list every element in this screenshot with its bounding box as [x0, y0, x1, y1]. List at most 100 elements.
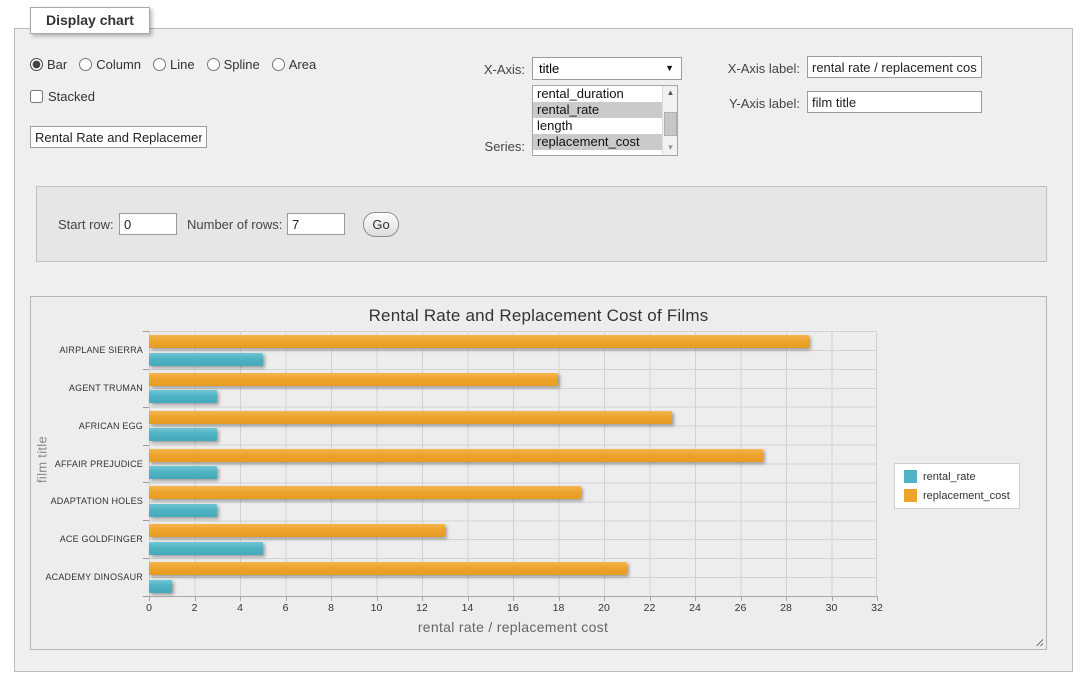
legend-item-rental_rate[interactable]: rental_rate [904, 470, 1010, 483]
chart-title-input[interactable] [30, 126, 207, 148]
stacked-row: Stacked [30, 89, 95, 104]
chart-x-axis-title: rental rate / replacement cost [149, 619, 877, 635]
go-button[interactable]: Go [363, 212, 399, 237]
x-axis-select[interactable]: title ▼ [532, 57, 682, 80]
x-axis-tick-label: 26 [728, 602, 754, 614]
x-axis-tick-label: 30 [819, 602, 845, 614]
category-tick-mark [143, 445, 149, 446]
category-tick-mark [143, 331, 149, 332]
series-option-rental_rate[interactable]: rental_rate [533, 102, 662, 118]
x-axis-tick-label: 2 [182, 602, 208, 614]
bar-rental-rate-6[interactable] [149, 580, 172, 593]
category-label: AGENT TRUMAN [31, 383, 143, 393]
category-label: AIRPLANE SIERRA [31, 345, 143, 355]
number-of-rows-label: Number of rows: [187, 217, 282, 232]
radio-area[interactable] [272, 58, 285, 71]
x-axis-tick-label: 16 [500, 602, 526, 614]
radio-line-label[interactable]: Line [170, 57, 195, 72]
category-tick-mark [143, 482, 149, 483]
bar-replacement-cost-5[interactable] [149, 524, 445, 537]
x-axis-selected-value: title [539, 61, 559, 76]
legend-label: replacement_cost [923, 490, 1010, 502]
x-axis-tick-mark [377, 597, 378, 601]
x-axis-tick-mark [786, 597, 787, 601]
bar-rental-rate-2[interactable] [149, 428, 217, 441]
x-axis-tick-label: 6 [273, 602, 299, 614]
start-row-input[interactable] [119, 213, 177, 235]
bar-replacement-cost-1[interactable] [149, 373, 558, 386]
radio-area-label[interactable]: Area [289, 57, 316, 72]
radio-spline[interactable] [207, 58, 220, 71]
category-label: ACE GOLDFINGER [31, 534, 143, 544]
bar-rental-rate-0[interactable] [149, 353, 263, 366]
x-axis-tick-mark [422, 597, 423, 601]
listbox-scrollbar[interactable]: ▲ ▼ [662, 86, 677, 155]
number-of-rows-input[interactable] [287, 213, 345, 235]
y-axis-label-label: Y-Axis label: [712, 96, 800, 111]
series-options: rental_durationrental_ratelengthreplacem… [533, 86, 677, 150]
x-axis-tick-label: 12 [409, 602, 435, 614]
bar-rental-rate-1[interactable] [149, 390, 217, 403]
bar-rental-rate-3[interactable] [149, 466, 217, 479]
scroll-down-arrow-icon[interactable]: ▼ [663, 141, 678, 155]
radio-spline-label[interactable]: Spline [224, 57, 260, 72]
radio-bar-label[interactable]: Bar [47, 57, 67, 72]
bar-replacement-cost-0[interactable] [149, 335, 809, 348]
stacked-label[interactable]: Stacked [48, 89, 95, 104]
series-listbox[interactable]: rental_durationrental_ratelengthreplacem… [532, 85, 678, 156]
bar-replacement-cost-6[interactable] [149, 562, 627, 575]
legend-item-replacement_cost[interactable]: replacement_cost [904, 489, 1010, 502]
series-option-replacement_cost[interactable]: replacement_cost [533, 134, 662, 150]
x-axis-tick-label: 22 [637, 602, 663, 614]
bar-replacement-cost-2[interactable] [149, 411, 672, 424]
radio-column[interactable] [79, 58, 92, 71]
x-axis-tick-mark [468, 597, 469, 601]
category-label: ACADEMY DINOSAUR [31, 572, 143, 582]
bar-rental-rate-4[interactable] [149, 504, 217, 517]
x-axis-tick-label: 32 [864, 602, 890, 614]
x-axis-tick-mark [832, 597, 833, 601]
x-axis-tick-mark [286, 597, 287, 601]
start-row-label: Start row: [58, 217, 114, 232]
x-axis-tick-mark [877, 597, 878, 601]
category-label: ADAPTATION HOLES [31, 496, 143, 506]
fieldset-legend-title: Display chart [30, 7, 150, 34]
series-option-rental_duration[interactable]: rental_duration [533, 86, 662, 102]
legend-swatch-icon [904, 470, 917, 483]
y-axis-label-input[interactable] [807, 91, 982, 113]
x-axis-tick-mark [650, 597, 651, 601]
chart-resize-handle-icon[interactable] [1033, 636, 1043, 646]
category-tick-mark [143, 369, 149, 370]
bar-replacement-cost-3[interactable] [149, 449, 763, 462]
chart-legend: rental_rate replacement_cost [894, 463, 1020, 509]
x-axis-tick-mark [604, 597, 605, 601]
x-axis-tick-label: 14 [455, 602, 481, 614]
x-axis-tick-label: 24 [682, 602, 708, 614]
select-dropdown-arrow-icon: ▼ [665, 63, 674, 73]
category-label: AFFAIR PREJUDICE [31, 459, 143, 469]
x-axis-label-input[interactable] [807, 56, 982, 78]
radio-column-label[interactable]: Column [96, 57, 141, 72]
x-axis-tick-label: 8 [318, 602, 344, 614]
category-label: AFRICAN EGG [31, 421, 143, 431]
x-axis-tick-mark [513, 597, 514, 601]
scrollbar-thumb[interactable] [664, 112, 677, 136]
x-axis-tick-label: 28 [773, 602, 799, 614]
series-option-length[interactable]: length [533, 118, 662, 134]
scroll-up-arrow-icon[interactable]: ▲ [663, 86, 678, 100]
category-tick-mark [143, 520, 149, 521]
stacked-checkbox[interactable] [30, 90, 43, 103]
legend-label: rental_rate [923, 471, 976, 483]
series-list-label: Series: [440, 139, 525, 154]
x-axis-tick-label: 4 [227, 602, 253, 614]
radio-line[interactable] [153, 58, 166, 71]
category-tick-mark [143, 407, 149, 408]
radio-bar[interactable] [30, 58, 43, 71]
chart-title: Rental Rate and Replacement Cost of Film… [31, 306, 1046, 326]
bar-replacement-cost-4[interactable] [149, 486, 581, 499]
chart-x-axis-line [147, 596, 878, 597]
bar-rental-rate-5[interactable] [149, 542, 263, 555]
display-chart-page: Display chart Bar Column Line Spline Are… [0, 0, 1081, 681]
chart-container: Rental Rate and Replacement Cost of Film… [30, 296, 1047, 650]
x-axis-tick-mark [149, 597, 150, 601]
